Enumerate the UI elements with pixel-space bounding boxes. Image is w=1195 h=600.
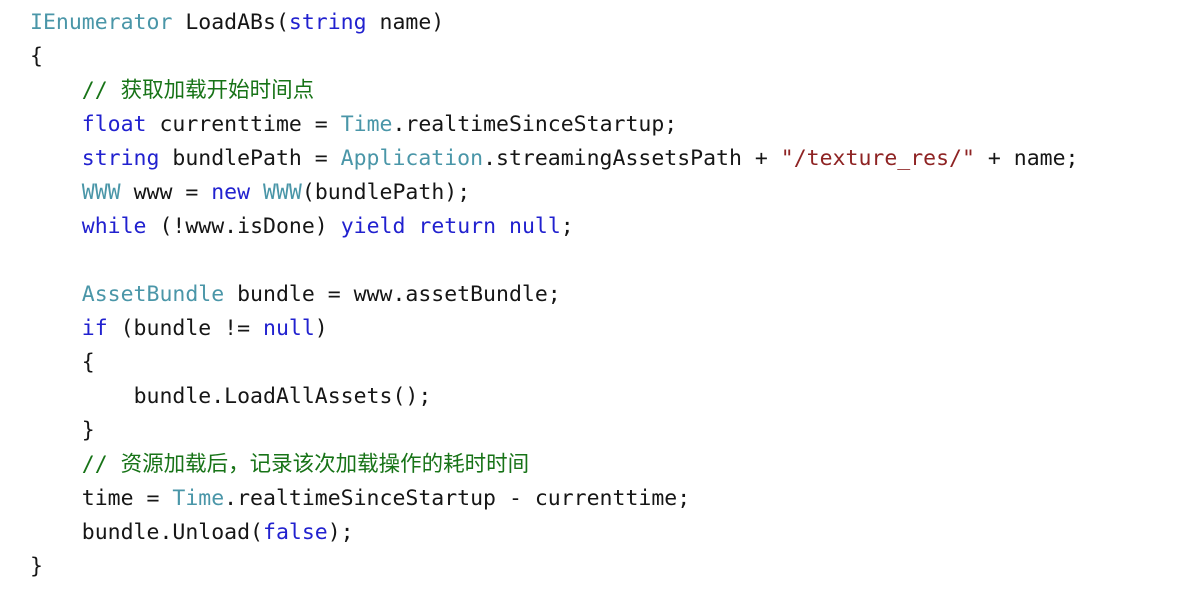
- code-token-keyword: string: [288, 10, 367, 35]
- code-token-plain: www =: [120, 180, 212, 205]
- code-token-plain: }: [30, 554, 43, 579]
- code-line: bundle.Unload(false);: [0, 516, 1195, 550]
- code-token-keyword: null: [263, 316, 315, 341]
- code-token-comment: // 资源加载后，记录该次加载操作的耗时时间: [81, 452, 530, 477]
- code-line: if (bundle != null): [0, 312, 1195, 346]
- code-line: WWW www = new WWW(bundlePath);: [0, 176, 1195, 210]
- code-line: float currenttime = Time.realtimeSinceSt…: [0, 108, 1195, 142]
- code-line: {: [0, 40, 1195, 74]
- code-line: // 资源加载后，记录该次加载操作的耗时时间: [0, 448, 1195, 482]
- code-token-plain: );: [327, 520, 354, 545]
- code-token-keyword: new: [211, 180, 251, 205]
- code-token-type: WWW: [263, 180, 302, 205]
- code-token-plain: ): [314, 316, 328, 341]
- code-token-plain: time =: [81, 486, 173, 511]
- code-token-plain: (!www.isDone): [146, 214, 341, 239]
- code-snippet-panel: IEnumerator LoadABs(string name){ // 获取加…: [0, 6, 1195, 600]
- code-line: bundle.LoadAllAssets();: [0, 380, 1195, 414]
- code-token-plain: .streamingAssetsPath +: [483, 146, 781, 171]
- code-token-plain: (bundlePath);: [301, 180, 471, 205]
- code-token-plain: bundlePath =: [159, 146, 341, 171]
- code-token-plain: .realtimeSinceStartup;: [392, 112, 678, 137]
- code-token-plain: }: [81, 418, 95, 443]
- code-token-keyword: string: [81, 146, 160, 171]
- code-token-plain: {: [30, 44, 43, 69]
- code-token-plain: {: [81, 350, 95, 375]
- code-line: }: [0, 550, 1195, 584]
- code-token-keyword: null: [509, 214, 561, 239]
- code-token-type: Application: [340, 146, 484, 171]
- code-token-type: Time: [172, 486, 225, 511]
- code-token-type: Time: [340, 112, 393, 137]
- code-token-plain: bundle.Unload(: [81, 520, 263, 545]
- code-line: // 获取加载开始时间点: [0, 74, 1195, 108]
- code-token-plain: .realtimeSinceStartup - currenttime;: [224, 486, 691, 511]
- code-line: while (!www.isDone) yield return null;: [0, 210, 1195, 244]
- code-token-plain: LoadABs(: [172, 10, 289, 35]
- code-token-keyword: float: [81, 112, 147, 137]
- code-token-plain: name): [366, 10, 445, 35]
- code-token-plain: bundle = www.assetBundle;: [224, 282, 561, 307]
- code-line: AssetBundle bundle = www.assetBundle;: [0, 278, 1195, 312]
- code-token-comment: // 获取加载开始时间点: [81, 78, 315, 103]
- code-token-type: AssetBundle: [81, 282, 225, 307]
- code-line: IEnumerator LoadABs(string name): [0, 6, 1195, 40]
- code-token-keyword: if: [81, 316, 108, 341]
- code-token-plain: currenttime =: [146, 112, 341, 137]
- code-token-plain: ;: [560, 214, 574, 239]
- code-token-keyword: yield: [340, 214, 406, 239]
- code-line: }: [0, 414, 1195, 448]
- code-token-keyword: return: [418, 214, 497, 239]
- code-token-plain: + name;: [974, 146, 1079, 171]
- code-token-type: IEnumerator: [30, 10, 173, 35]
- code-line: string bundlePath = Application.streamin…: [0, 142, 1195, 176]
- code-token-keyword: false: [263, 520, 328, 545]
- code-line: time = Time.realtimeSinceStartup - curre…: [0, 482, 1195, 516]
- code-token-string: "/texture_res/": [780, 146, 975, 171]
- code-token-plain: bundle.LoadAllAssets();: [133, 384, 432, 409]
- code-token-keyword: while: [81, 214, 147, 239]
- code-token-plain: (bundle !=: [107, 316, 264, 341]
- code-token-type: WWW: [81, 180, 121, 205]
- code-line: {: [0, 346, 1195, 380]
